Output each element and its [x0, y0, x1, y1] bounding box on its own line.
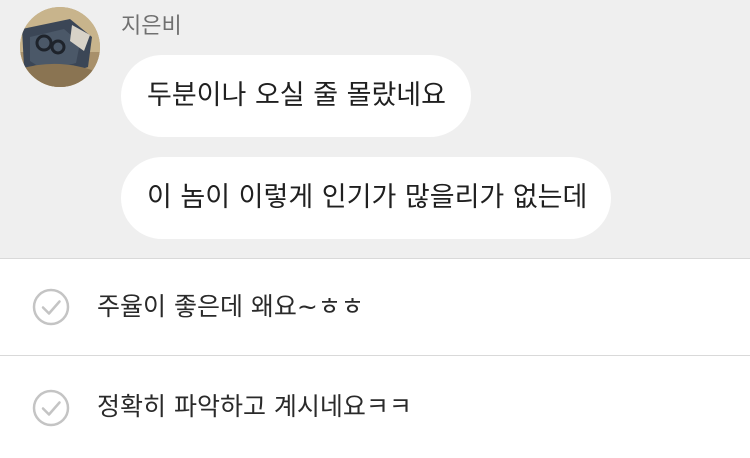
message-bubble: 이 놈이 이렇게 인기가 많을리가 없는데 — [121, 157, 611, 239]
message-text: 이 놈이 이렇게 인기가 많을리가 없는데 — [147, 182, 588, 213]
avatar[interactable] — [20, 7, 100, 87]
chat-area: 지은비 두분이나 오실 줄 몰랐네요 이 놈이 이렇게 인기가 많을리가 없는데 — [0, 0, 750, 258]
reply-option-label: 주율이 좋은데 왜요~ㅎㅎ — [97, 292, 364, 321]
reply-option[interactable]: 정확히 파악하고 계시네요ㅋㅋ — [0, 355, 750, 451]
reply-option[interactable]: 주율이 좋은데 왜요~ㅎㅎ — [0, 258, 750, 354]
check-circle-icon — [32, 389, 70, 427]
sender-name: 지은비 — [121, 14, 182, 39]
message-bubble: 두분이나 오실 줄 몰랐네요 — [121, 55, 471, 137]
reply-option-label: 정확히 파악하고 계시네요ㅋㅋ — [97, 392, 412, 421]
check-circle-icon — [32, 288, 70, 326]
profile-photo-avatar — [20, 7, 100, 87]
message-text: 두분이나 오실 줄 몰랐네요 — [147, 80, 446, 111]
